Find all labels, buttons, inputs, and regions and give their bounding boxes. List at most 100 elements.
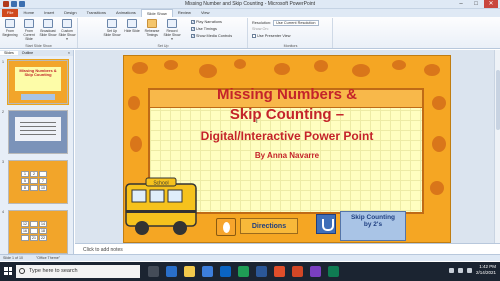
taskbar-search[interactable]: Type here to search [16, 265, 140, 278]
presenter-view-checkbox[interactable]: Use Presenter View [252, 34, 290, 38]
tab-slide-show[interactable]: Slide Show [140, 9, 173, 17]
tab-review[interactable]: Review [173, 9, 196, 17]
scrollbar-thumb[interactable] [496, 70, 500, 130]
minimize-button[interactable]: – [454, 0, 468, 8]
thumbnail-button-row [21, 94, 55, 100]
volume-icon[interactable] [458, 268, 463, 273]
skip-counting-icon[interactable] [316, 214, 336, 234]
record-icon [167, 19, 177, 28]
network-icon[interactable] [449, 268, 454, 273]
group-set-up: Set Up Slide Show Hide Slide Rehearse Ti… [79, 18, 248, 48]
set-up-slide-show-button[interactable]: Set Up Slide Show [103, 19, 121, 37]
slides-panel-tabs: Slides Outline × [0, 50, 73, 56]
excel-icon[interactable] [238, 266, 249, 277]
show-media-controls-label: Show Media Controls [196, 34, 233, 38]
resolution-dropdown[interactable]: Use Current Resolution [273, 20, 319, 26]
grid-cell [30, 221, 38, 227]
battery-icon[interactable] [467, 268, 472, 273]
chrome-icon[interactable] [274, 266, 285, 277]
hide-slide-icon [127, 19, 137, 28]
tab-insert[interactable]: Insert [39, 9, 59, 17]
broadcast-slide-show-button[interactable]: Broadcast Slide Show [39, 19, 57, 37]
close-panel-icon[interactable]: × [64, 51, 73, 55]
slide-subtitle[interactable]: Digital/Interactive Power Point [124, 129, 450, 143]
number-grid: 1 2 5 7 8 10 [21, 171, 47, 191]
theme-name: "Office Theme" [36, 256, 60, 260]
tab-outline[interactable]: Outline [18, 51, 37, 55]
slide-number: 3 [2, 160, 4, 164]
tab-transitions[interactable]: Transitions [82, 9, 111, 17]
tab-view[interactable]: View [196, 9, 215, 17]
slide-thumbnail-2[interactable] [8, 110, 68, 154]
record-label: Record Slide Show ▾ [163, 29, 181, 41]
slide-number: 4 [2, 210, 4, 214]
tab-design[interactable]: Design [59, 9, 81, 17]
checkmark-icon: ✓ [191, 20, 195, 24]
text-line [20, 126, 56, 127]
grid-cell [30, 228, 38, 234]
hide-slide-button[interactable]: Hide Slide [123, 19, 141, 33]
mail-icon[interactable] [220, 266, 231, 277]
directions-button[interactable]: Directions [240, 218, 298, 234]
decor-dot [164, 60, 178, 70]
slide-thumbnail-1[interactable]: Missing Numbers & Skip Counting [7, 59, 69, 105]
slide-thumbnail-3[interactable]: 1 2 5 7 8 10 [8, 160, 68, 204]
search-icon [19, 268, 25, 274]
bus-label: School [153, 181, 168, 187]
timer-icon [147, 19, 157, 28]
show-on-label[interactable]: Show On: [252, 27, 269, 31]
vertical-scrollbar[interactable] [494, 50, 500, 243]
skip-button-line-2: by 2's [363, 221, 383, 228]
word-icon[interactable] [256, 266, 267, 277]
grid-cell: 16 [21, 228, 29, 234]
file-explorer-icon[interactable] [184, 266, 195, 277]
custom-slide-show-button[interactable]: Custom Slide Show ▾ [58, 19, 76, 41]
maximize-button[interactable]: □ [469, 0, 483, 8]
decor-dot [352, 64, 370, 77]
school-bus-icon: School [125, 177, 197, 235]
tab-home[interactable]: Home [18, 9, 39, 17]
record-slide-show-button[interactable]: Record Slide Show ▾ [163, 19, 181, 41]
show-media-controls-checkbox[interactable]: ✓ Show Media Controls [191, 34, 232, 38]
skip-counting-button[interactable]: Skip Counting by 2's [340, 211, 406, 241]
grid-cell: 10 [39, 185, 47, 191]
notes-pane[interactable]: Click to add notes [75, 243, 500, 254]
powerpoint-taskbar-icon[interactable] [292, 266, 303, 277]
window-title: Missing Number and Skip Counting - Micro… [184, 1, 316, 7]
tab-animations[interactable]: Animations [111, 9, 141, 17]
slide-thumbnail-4[interactable]: 12 14 16 18 21 22 [8, 210, 68, 254]
text-line [20, 122, 56, 123]
from-beginning-label: From Beginning [2, 29, 18, 37]
store-icon[interactable] [202, 266, 213, 277]
windows-start-icon[interactable] [4, 267, 12, 275]
search-placeholder: Type here to search [29, 268, 78, 274]
slide-author[interactable]: By Anna Navarre [124, 151, 450, 160]
group-monitors: Resolution: Use Current Resolution Show … [249, 18, 333, 48]
close-button[interactable]: ✕ [484, 0, 498, 8]
play-narrations-checkbox[interactable]: ✓ Play Narrations [191, 20, 222, 24]
slide-editor: Missing Numbers & Skip Counting – Digita… [75, 50, 500, 243]
task-view-icon[interactable] [148, 266, 159, 277]
slide-count: Slide 1 of 10 [3, 256, 23, 260]
from-beginning-button[interactable]: From Beginning [1, 19, 19, 37]
slide-title-line-1[interactable]: Missing Numbers & [124, 86, 450, 103]
group-label-setup: Set Up [157, 44, 169, 48]
app-icon[interactable] [310, 266, 321, 277]
app-icon[interactable] [328, 266, 339, 277]
checkmark-icon: ✓ [191, 27, 195, 31]
tab-file[interactable]: File [2, 9, 19, 17]
thumbnail-board: Missing Numbers & Skip Counting [15, 67, 61, 91]
slide-title-line-2[interactable]: Skip Counting – [124, 106, 450, 123]
tab-slides[interactable]: Slides [0, 51, 18, 55]
slide-canvas[interactable]: Missing Numbers & Skip Counting – Digita… [123, 55, 451, 243]
rehearse-timings-button[interactable]: Rehearse Timings [143, 19, 161, 37]
directions-icon[interactable] [216, 218, 236, 236]
from-current-slide-button[interactable]: From Current Slide [20, 19, 38, 41]
decor-dot [314, 60, 328, 72]
use-timings-checkbox[interactable]: ✓ Use Timings [191, 27, 217, 31]
edge-icon[interactable] [166, 266, 177, 277]
grid-cell: 7 [39, 178, 47, 184]
ribbon-tabs: File Home Insert Design Transitions Anim… [0, 9, 500, 17]
grid-cell: 21 [30, 235, 38, 241]
clock[interactable]: 1:42 PM 2/14/2021 [476, 264, 496, 276]
